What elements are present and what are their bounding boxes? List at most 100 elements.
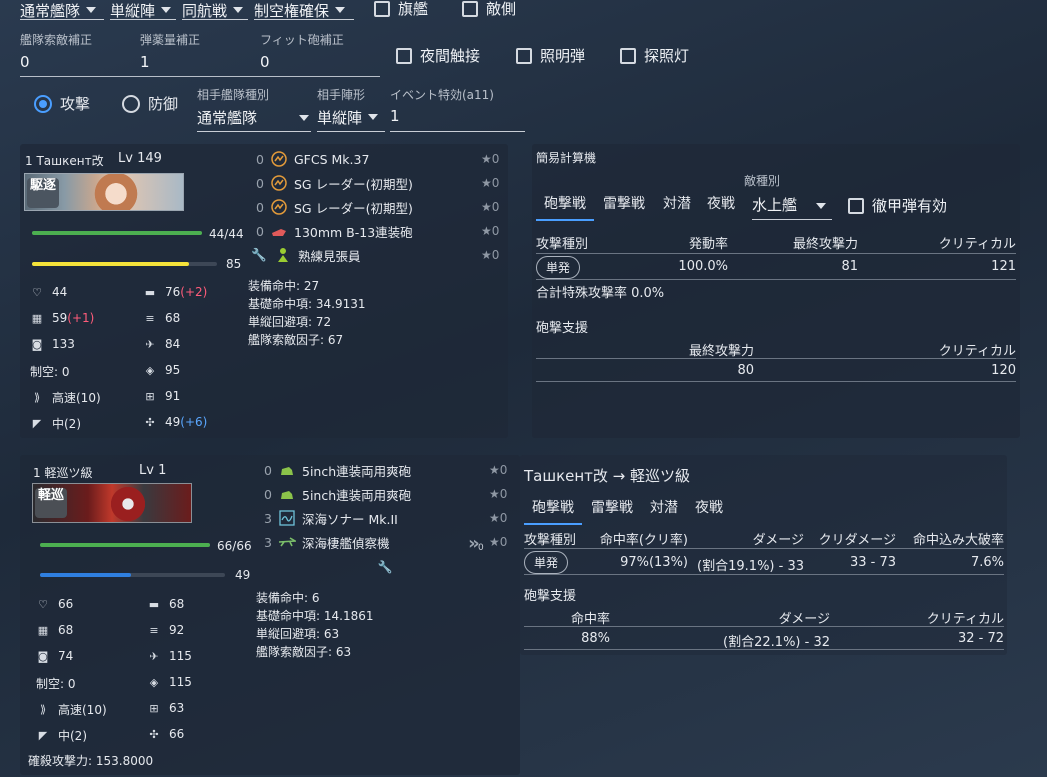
ship2-stat-armor: ▦ 68 (36, 623, 73, 637)
calc-head-type: 攻撃種別 (536, 237, 589, 252)
ship1-morale: 85 (226, 257, 242, 271)
small-gun-icon (270, 222, 288, 240)
battle-select[interactable]: 同航戦 (182, 0, 248, 20)
stat-value: 66 (169, 727, 185, 741)
ship1-equip-3-star: ★0 (481, 200, 500, 214)
ship1-equip-4[interactable]: 0 130mm B-13連装砲 (256, 220, 413, 242)
defense-radio[interactable]: 防御 (122, 93, 178, 114)
checkbox-icon (462, 0, 478, 17)
calc-support-title: 砲撃支援 (536, 321, 589, 336)
star-shell-checkbox[interactable]: 照明弾 (516, 45, 585, 66)
stat-value: 95 (165, 363, 181, 377)
ship2-info-2: 基礎命中項: 14.1861 (256, 609, 374, 623)
air-select[interactable]: 制空権確保 (254, 0, 354, 20)
enemy-tab-torpedo[interactable]: 雷撃戦 (591, 497, 633, 517)
ap-shell-checkbox[interactable]: 徹甲弾有効 (848, 195, 947, 216)
fit-label: フィット砲補正 (260, 33, 344, 47)
equip-count: 0 (264, 486, 272, 502)
formation-select[interactable]: 単縦陣 (110, 0, 176, 20)
equip-name: 深海棲艦偵察機 (302, 535, 390, 551)
calc-tab-shelling[interactable]: 砲撃戦 (536, 193, 594, 221)
calc-support-crit: 120 (991, 363, 1016, 378)
enemy-tab-shelling[interactable]: 砲撃戦 (524, 497, 582, 525)
flagship-checkbox[interactable]: 旗艦 (374, 0, 428, 19)
anti-air-icon: ◙ (31, 337, 43, 351)
stat-value: 115 (169, 649, 192, 663)
checkbox-icon (620, 47, 636, 64)
checkbox-icon (374, 0, 390, 17)
divider (536, 253, 1016, 254)
ship1-info-3: 単縦回避項: 72 (248, 315, 332, 329)
ship1-equip-1[interactable]: 0 GFCS Mk.37 (256, 148, 369, 170)
ship2-equip-4[interactable]: 3 深海棲艦偵察機 (264, 531, 390, 553)
calc-tab-asw[interactable]: 対潜 (663, 193, 691, 213)
event-input[interactable]: 1 (390, 107, 525, 132)
ship2-equip-1[interactable]: 0 5inch連装両用爽砲 (264, 459, 411, 481)
enemy-type-select[interactable]: 水上艦 (752, 194, 832, 220)
ship1-stat-asw: ✈ 84 (143, 337, 180, 351)
enemy-head-damage: ダメージ (752, 533, 804, 548)
seaplane-icon (278, 533, 296, 551)
enemy-form-select[interactable]: 単縦陣 (317, 107, 385, 132)
ship1-stat-armor: ▦ 59 (+1) (30, 311, 95, 325)
ship1-equip-3[interactable]: 0 SG レーダー(初期型) (256, 196, 413, 218)
ship2-equip-2[interactable]: 0 5inch連装両用爽砲 (264, 483, 411, 505)
stat-bonus: (+2) (180, 285, 208, 299)
speed-icon: ⟫ (33, 391, 41, 404)
checkbox-icon (396, 47, 412, 64)
ship1-morale-fill (32, 262, 190, 266)
ship2-equip-3[interactable]: 3 深海ソナー Mk.II (264, 507, 398, 529)
ship2-stat-luck: ✣ 66 (147, 727, 184, 741)
scout-icon: ⊞ (145, 389, 155, 403)
equip-count: 0 (256, 199, 264, 215)
defense-label: 防御 (148, 95, 179, 113)
fleet-type-select[interactable]: 通常艦隊 (20, 0, 104, 20)
los-input[interactable]: 0 (20, 53, 30, 71)
radio-icon (122, 94, 140, 113)
calc-head-power: 最終攻撃力 (792, 237, 858, 252)
searchlight-checkbox[interactable]: 探照灯 (620, 45, 689, 66)
range-icon: ◤ (38, 729, 48, 742)
stat-bonus: (+6) (180, 415, 208, 429)
enemy-form-value: 単縦陣 (317, 109, 363, 127)
equip-name: 深海ソナー Mk.II (302, 511, 398, 527)
stat-value: 66 (58, 597, 74, 611)
ship1-info-4: 艦隊索敵因子: 67 (248, 333, 344, 347)
ship1-equip-2[interactable]: 0 SG レーダー(初期型) (256, 172, 413, 194)
range-icon: ◤ (32, 417, 42, 430)
fleet-type-value: 通常艦隊 (20, 2, 81, 20)
ship2-banner-type: 軽巡 (35, 488, 67, 518)
equip-count: 3 (264, 510, 272, 526)
calc-row-crit: 121 (991, 259, 1016, 274)
enemy-tab-asw[interactable]: 対潜 (650, 497, 678, 517)
calc-tab-night[interactable]: 夜戦 (707, 193, 735, 213)
ammo-input[interactable]: 1 (140, 53, 150, 71)
ship2-level: Lv 1 (139, 463, 167, 478)
enemy-row-hit: 97%(13%) (620, 555, 688, 570)
ship2-equip-3-star: ★0 (489, 511, 508, 525)
searchlight-label: 探照灯 (644, 47, 690, 65)
wrench-icon[interactable]: 🔧 (376, 558, 394, 576)
enemy-fleet-select[interactable]: 通常艦隊 (197, 107, 311, 132)
enemy-side-checkbox[interactable]: 敵側 (462, 0, 516, 19)
night-contact-checkbox[interactable]: 夜間触接 (396, 45, 480, 66)
enemy-tab-night[interactable]: 夜戦 (695, 497, 723, 517)
ship1-banner[interactable]: 駆逐 (24, 173, 184, 211)
enemy-support-crit: 32 - 72 (957, 631, 1004, 646)
ship1-banner-type: 駆逐 (27, 178, 59, 208)
enemy-row-damage: (割合19.1%) - 33 (697, 559, 804, 574)
calc-tab-torpedo[interactable]: 雷撃戦 (603, 193, 645, 213)
enemy-support-head-hit: 命中率 (570, 612, 610, 627)
enemy-head-crit: クリダメージ (818, 533, 896, 548)
divider (524, 574, 1004, 575)
checkbox-icon (516, 47, 532, 64)
stat-value: 68 (58, 623, 74, 637)
enemy-support-head-crit: クリティカル (926, 612, 1004, 627)
ship1-equip-5[interactable]: 🔧 熟練見張員 (250, 244, 360, 266)
attack-radio[interactable]: 攻撃 (34, 93, 90, 114)
fit-input[interactable]: 0 (260, 53, 270, 71)
ship1-stat-speed: ⟫ 高速(10) (30, 389, 101, 406)
stat-value: 制空: 0 (30, 365, 70, 379)
enemy-support-title: 砲撃支援 (524, 589, 577, 604)
ship2-banner[interactable]: 軽巡 (32, 483, 192, 523)
